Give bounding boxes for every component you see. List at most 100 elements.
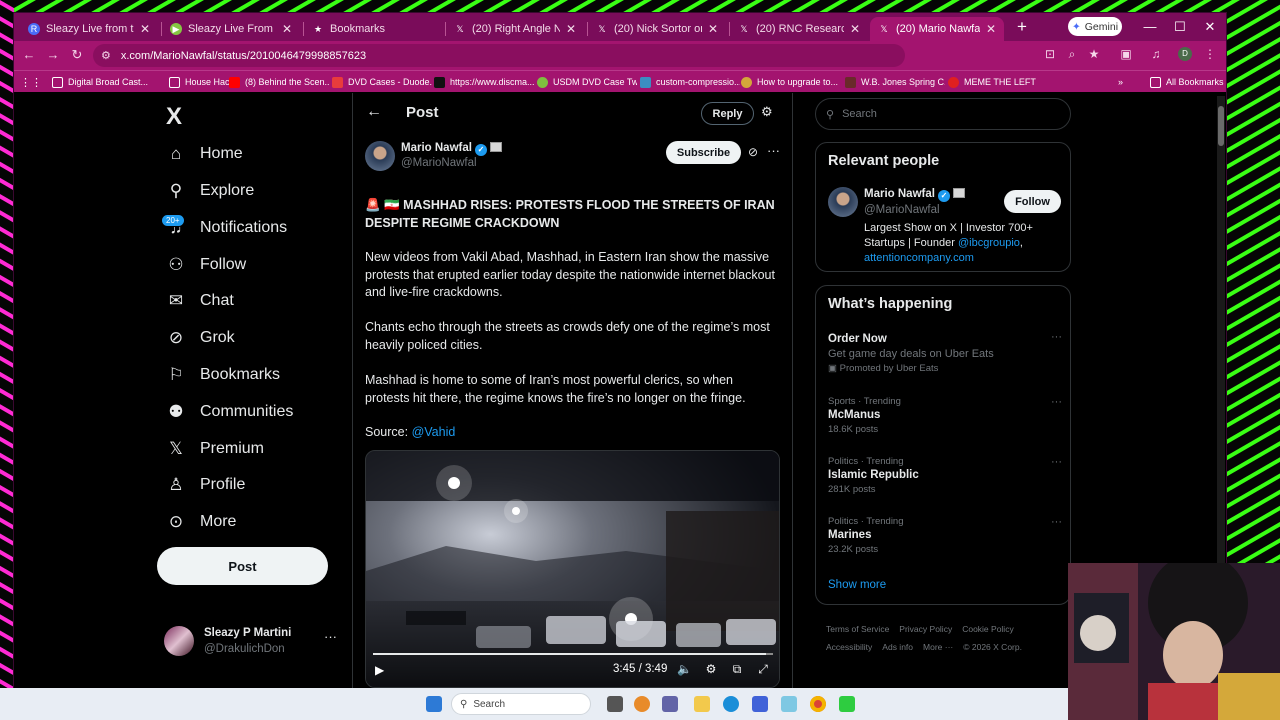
sidebar-item-explore[interactable]: ⚲ Explore	[164, 176, 254, 206]
pip-icon[interactable]: ⧉	[730, 662, 744, 677]
obs-icon[interactable]	[839, 696, 855, 712]
footer-link[interactable]: Terms of Service	[826, 624, 889, 634]
tab-right-angle[interactable]: 𝕏 (20) Right Angle News Net ✕	[446, 17, 584, 41]
footer-link[interactable]: More ···	[923, 642, 953, 652]
bookmark-item[interactable]: W.B. Jones Spring C...	[845, 74, 945, 90]
sidebar-item-premium[interactable]: 𝕏 Premium	[164, 434, 264, 464]
split-view-icon[interactable]: ▣	[1118, 47, 1134, 61]
taskbar-search[interactable]: ⚲ Search	[451, 693, 591, 715]
tab-sleazy-live-1[interactable]: R Sleazy Live from the Bunk ✕	[20, 17, 158, 41]
video-player[interactable]: ▶ 3:45 / 3:49 🔈 ⚙ ⧉ ⤢	[365, 450, 780, 688]
account-switcher[interactable]: Sleazy P Martini @DrakulichDon ···	[164, 623, 344, 665]
footer-link[interactable]: Privacy Policy	[899, 624, 952, 634]
x-logo[interactable]: X	[166, 103, 182, 131]
maximize-button[interactable]: ☐	[1170, 17, 1190, 37]
person-name[interactable]: Mario Nawfal ✓	[864, 188, 965, 202]
tab-nick-sortor[interactable]: 𝕏 (20) Nick Sortor on X: " ✕	[588, 17, 726, 41]
sidebar-item-profile[interactable]: ♙ Profile	[164, 470, 245, 500]
footer-link[interactable]: Ads info	[882, 642, 913, 652]
subscribe-button[interactable]: Subscribe	[666, 141, 741, 164]
tab-bookmarks[interactable]: ★ Bookmarks	[304, 17, 442, 41]
close-icon[interactable]: ✕	[566, 22, 576, 36]
trend-item[interactable]: Sports · Trending McManus 18.6K posts ··…	[828, 396, 1064, 435]
more-dots-icon[interactable]: ···	[1051, 456, 1062, 468]
bio-link[interactable]: @ibcgroupio	[958, 237, 1020, 249]
play-icon[interactable]: ▶	[375, 663, 384, 677]
store-icon[interactable]	[752, 696, 768, 712]
more-dots-icon[interactable]: ···	[1051, 396, 1062, 408]
close-icon[interactable]: ✕	[140, 22, 150, 36]
close-window-button[interactable]: ✕	[1200, 17, 1220, 37]
edge-icon[interactable]	[723, 696, 739, 712]
video-progress-bar[interactable]	[373, 653, 773, 655]
bookmark-item[interactable]: How to upgrade to...	[741, 74, 841, 90]
all-bookmarks[interactable]: All Bookmarks	[1150, 74, 1226, 90]
site-info-icon[interactable]: ⚙	[101, 49, 111, 62]
bookmark-item[interactable]: DVD Cases - Duode...	[332, 74, 432, 90]
sidebar-item-chat[interactable]: ✉ Chat	[164, 286, 234, 316]
back-arrow-icon[interactable]: ←	[366, 103, 382, 121]
bookmark-item[interactable]: Digital Broad Cast...	[52, 74, 162, 90]
close-icon[interactable]: ✕	[986, 22, 996, 36]
back-arrow-icon[interactable]: ←	[20, 46, 38, 64]
reload-icon[interactable]: ↻	[68, 46, 86, 64]
chrome-icon[interactable]	[810, 696, 826, 712]
filter-icon[interactable]: ⚙	[761, 104, 773, 120]
teams-icon[interactable]	[662, 696, 678, 712]
profile-avatar[interactable]: D	[1178, 47, 1192, 61]
more-dots-icon[interactable]: ···	[767, 143, 780, 158]
bookmark-item[interactable]: USDM DVD Case Tw...	[537, 74, 637, 90]
more-dots-icon[interactable]: ···	[1051, 331, 1062, 343]
bookmark-item[interactable]: MEME THE LEFT	[948, 74, 1038, 90]
sidebar-item-grok[interactable]: ⊘ Grok	[164, 323, 235, 353]
fullscreen-icon[interactable]: ⤢	[756, 662, 770, 677]
install-app-icon[interactable]: ⊡	[1042, 47, 1058, 61]
media-icon[interactable]: ♫	[1148, 47, 1164, 61]
more-dots-icon[interactable]: ···	[324, 629, 337, 644]
menu-kebab-icon[interactable]: ⋮	[1202, 47, 1218, 61]
avatar[interactable]	[828, 187, 858, 217]
scrollbar-thumb[interactable]	[1218, 106, 1224, 146]
sidebar-item-home[interactable]: ⌂ Home	[164, 139, 243, 169]
tab-sleazy-live-2[interactable]: ▶ Sleazy Live From the Bunk ✕	[162, 17, 300, 41]
volume-icon[interactable]: 🔈	[677, 662, 692, 676]
apps-grid-icon[interactable]: ⋮⋮	[20, 74, 42, 90]
trend-item[interactable]: Politics · Trending Islamic Republic 281…	[828, 456, 1064, 495]
person-handle[interactable]: @MarioNawfal	[864, 204, 940, 216]
settings-gear-icon[interactable]: ⚙	[704, 662, 718, 676]
sidebar-item-bookmarks[interactable]: ⚐ Bookmarks	[164, 360, 280, 390]
more-dots-icon[interactable]: ···	[1051, 516, 1062, 528]
task-view-icon[interactable]	[607, 696, 623, 712]
bookmark-item[interactable]: (8) Behind the Scen...	[229, 74, 329, 90]
avatar[interactable]	[365, 141, 395, 171]
new-tab-button[interactable]: +	[1012, 17, 1032, 37]
close-icon[interactable]: ✕	[850, 22, 860, 36]
forward-arrow-icon[interactable]: →	[44, 46, 62, 64]
file-explorer-icon[interactable]	[694, 696, 710, 712]
bookmark-item[interactable]: https://www.discma...	[434, 74, 534, 90]
follow-button[interactable]: Follow	[1004, 190, 1061, 213]
tab-rnc-research[interactable]: 𝕏 (20) RNC Research on X: " ✕	[730, 17, 868, 41]
footer-link[interactable]: Accessibility	[826, 642, 872, 652]
gemini-button[interactable]: ✦ Gemini	[1068, 17, 1122, 36]
promoted-trend[interactable]: Order Now Get game day deals on Uber Eat…	[828, 331, 1064, 374]
sidebar-item-communities[interactable]: ⚉ Communities	[164, 397, 293, 427]
copilot-icon[interactable]	[634, 696, 650, 712]
source-link[interactable]: @Vahid	[412, 425, 456, 439]
address-bar[interactable]: ⚙ x.com/MarioNawfal/status/2010046479998…	[93, 44, 905, 67]
sidebar-item-follow[interactable]: ⚇ Follow	[164, 250, 246, 280]
grok-icon[interactable]: ⊘	[748, 145, 758, 159]
chevron-right-icon[interactable]: »	[1118, 74, 1123, 90]
snipping-tool-icon[interactable]	[781, 696, 797, 712]
close-icon[interactable]: ✕	[708, 22, 718, 36]
close-icon[interactable]: ✕	[282, 22, 292, 36]
sidebar-item-more[interactable]: ⊙ More	[164, 507, 237, 537]
author-handle[interactable]: @MarioNawfal	[401, 157, 477, 169]
tab-mario-nawfal[interactable]: 𝕏 (20) Mario Nawfal on X: " ✕	[870, 17, 1004, 41]
minimize-button[interactable]: —	[1140, 17, 1160, 37]
search-input[interactable]: ⚲ Search	[815, 98, 1071, 130]
bio-link[interactable]: attentioncompany.com	[864, 252, 974, 264]
author-name[interactable]: Mario Nawfal ✓	[401, 142, 502, 156]
bookmark-item[interactable]: custom-compressio...	[640, 74, 740, 90]
show-more-link[interactable]: Show more	[828, 579, 886, 591]
